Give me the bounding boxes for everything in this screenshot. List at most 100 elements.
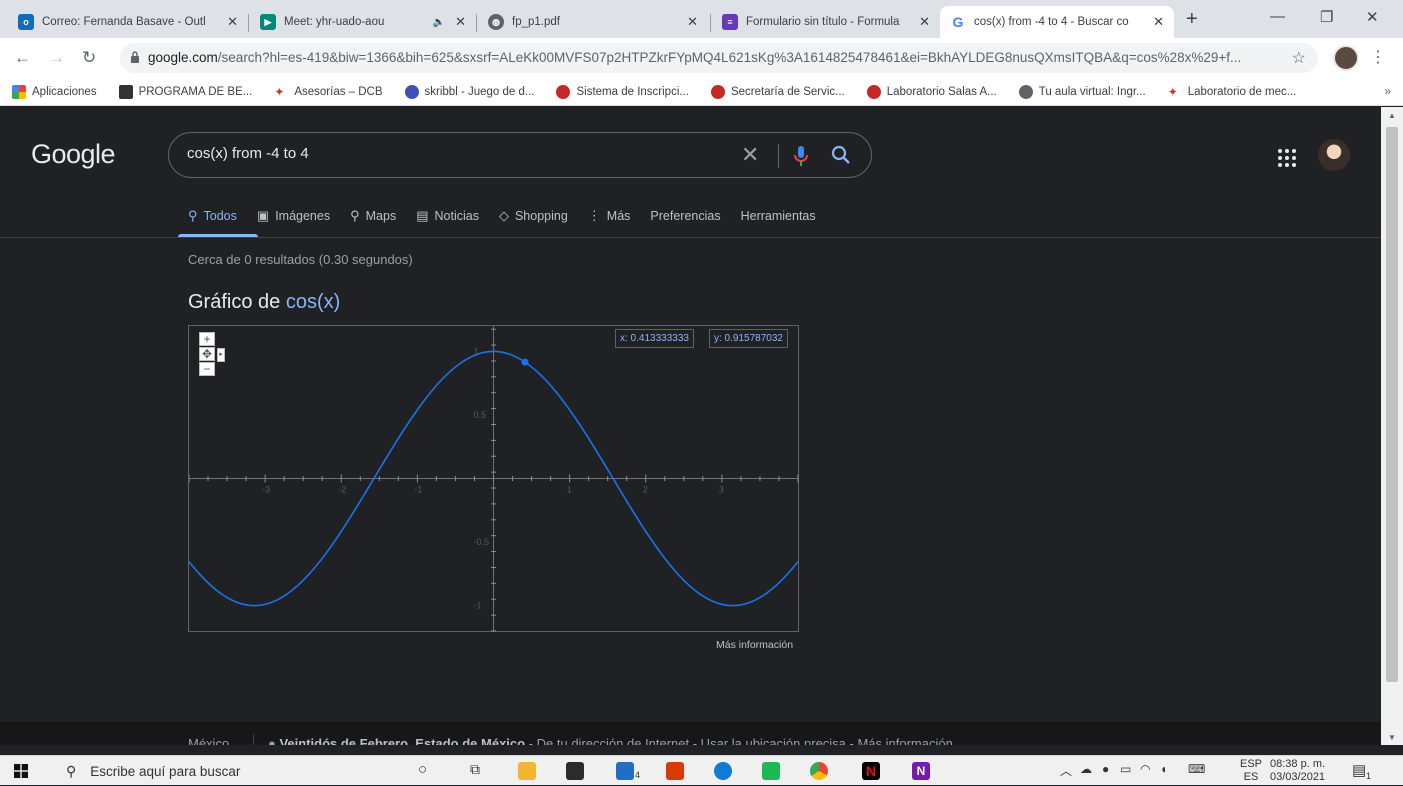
edge-icon[interactable] [714, 762, 732, 780]
tab-pdf[interactable]: ◍ fp_p1.pdf ✕ [478, 6, 708, 38]
coord-y-readout: y: 0.915787032 [709, 329, 788, 348]
bookmark-item[interactable]: ✦ Asesorías – DCB [274, 85, 382, 99]
scroll-thumb[interactable] [1386, 127, 1398, 682]
footer-location[interactable]: ● Veintidós de Febrero, Estado de México… [268, 736, 953, 745]
close-icon[interactable]: ✕ [919, 14, 930, 30]
tab-title: fp_p1.pdf [512, 16, 560, 28]
windows-start-icon[interactable] [14, 764, 28, 778]
tab-outlook[interactable]: o Correo: Fernanda Basave - Outl ✕ [8, 6, 248, 38]
microphone-icon[interactable]: ● [1102, 762, 1109, 776]
globe-icon [1018, 84, 1033, 99]
tab-herramientas[interactable]: Herramientas [741, 205, 816, 227]
scroll-up-icon[interactable]: ▲ [1388, 111, 1396, 120]
tab-google-search[interactable]: G cos(x) from -4 to 4 - Buscar co ✕ [940, 6, 1174, 38]
spotify-icon[interactable] [762, 762, 780, 780]
image-icon: ▣ [256, 208, 270, 223]
tab-separator [476, 14, 477, 32]
close-icon[interactable]: ✕ [455, 14, 466, 30]
hover-point [521, 358, 529, 366]
cortana-icon[interactable]: ○ [418, 761, 427, 778]
notifications-badge: 1 [1366, 771, 1372, 781]
search-input[interactable] [187, 145, 727, 162]
close-icon[interactable]: ✕ [227, 14, 238, 30]
forward-button[interactable]: → [48, 48, 65, 68]
reload-button[interactable]: ↻ [82, 48, 96, 68]
bookmarks-bar: Aplicaciones PROGRAMA DE BE... ✦ Asesoría… [0, 78, 1403, 106]
tab-todos[interactable]: ⚲ Todos [188, 205, 237, 227]
scroll-down-icon[interactable]: ▼ [1388, 733, 1396, 742]
taskbar-search[interactable]: ⚲ Escribe aquí para buscar [50, 756, 390, 786]
wifi-icon[interactable]: ◠ [1140, 762, 1150, 776]
store-icon[interactable] [566, 762, 584, 780]
tab-imagenes[interactable]: ▣ Imágenes [257, 205, 330, 227]
apps-grid-icon[interactable] [1276, 147, 1298, 169]
tab-meet[interactable]: ▶ Meet: yhr-uado-aou 🔈 ✕ [250, 6, 476, 38]
zoom-out-button[interactable]: − [199, 362, 215, 376]
close-icon[interactable]: ✕ [687, 14, 698, 30]
minimize-button[interactable]: — [1270, 8, 1285, 25]
chrome-icon[interactable] [810, 762, 828, 780]
restore-button[interactable]: ❐ [1320, 8, 1333, 26]
google-logo[interactable]: Google [31, 139, 116, 170]
netflix-icon[interactable]: N [862, 762, 880, 780]
map-pin-icon: ⚲ [350, 208, 360, 223]
office-icon[interactable] [666, 762, 684, 780]
x-tick-label: -3 [262, 485, 270, 495]
pan-arrow-icon[interactable]: ▸ [217, 348, 225, 362]
tag-icon: ◇ [498, 208, 509, 223]
apps-grid-icon [12, 84, 26, 99]
battery-icon[interactable]: ▭ [1120, 762, 1131, 776]
cloud-icon[interactable]: ☁ [1080, 762, 1092, 776]
mail-icon[interactable] [616, 762, 634, 780]
function-graph[interactable]: -3 -2 -1 1 2 3 -1 -0.5 0.5 1 x: 0.413333333 y: 0.… [188, 325, 799, 632]
more-info-link[interactable]: Más información [716, 639, 793, 651]
notifications-icon[interactable]: ▤ [1352, 761, 1366, 779]
language-indicator[interactable]: ESP ES [1240, 758, 1262, 784]
bookmark-item[interactable]: Secretaría de Servic... [710, 84, 845, 99]
microphone-icon[interactable] [793, 144, 809, 168]
close-window-button[interactable]: ✕ [1366, 8, 1379, 26]
tab-mas[interactable]: ⋮ Más [588, 205, 631, 227]
page-scrollbar[interactable]: ▲ ▼ [1381, 107, 1403, 745]
taskbar-clock[interactable]: 08:38 p. m. 03/03/2021 [1270, 758, 1325, 784]
bookmark-item[interactable]: Laboratorio Salas A... [866, 84, 997, 99]
profile-avatar[interactable] [1333, 45, 1359, 71]
search-icon[interactable] [831, 145, 851, 165]
bookmark-item[interactable]: skribbl - Juego de d... [404, 84, 534, 99]
close-icon[interactable]: ✕ [1153, 14, 1164, 30]
pan-button[interactable]: ✥ [199, 347, 215, 361]
zoom-in-button[interactable]: + [199, 332, 215, 346]
bookmark-item[interactable]: PROGRAMA DE BE... [118, 84, 252, 99]
bookmarks-overflow-icon[interactable]: » [1384, 84, 1391, 98]
graph-plot[interactable]: -3 -2 -1 1 2 3-1-0.50.51 [189, 326, 800, 633]
menu-kebab-icon[interactable]: ⋮ [1370, 47, 1386, 67]
bookmark-item[interactable]: ✦ Laboratorio de mec... [1168, 85, 1297, 99]
tab-forms[interactable]: ≡ Formulario sin título - Formula ✕ [712, 6, 940, 38]
tab-title: Meet: yhr-uado-aou [284, 16, 385, 28]
keyboard-icon[interactable]: ⌨ [1188, 762, 1205, 776]
bookmark-item[interactable]: Sistema de Inscripci... [556, 84, 689, 99]
task-view-icon[interactable]: ⧉ [470, 761, 480, 778]
globe-icon: ◍ [488, 14, 504, 30]
search-results-page: Google ✕ ⚲Todos ▣Imágenes ⚲Maps ▤Noticia… [0, 107, 1381, 745]
clear-icon[interactable]: ✕ [741, 144, 759, 166]
bookmark-item[interactable]: Tu aula virtual: Ingr... [1018, 84, 1146, 99]
new-tab-button[interactable]: + [1186, 9, 1198, 29]
show-hidden-icons[interactable]: ︿ [1060, 762, 1072, 779]
tab-title: Formulario sin título - Formula [746, 16, 900, 28]
bookmark-item[interactable]: Aplicaciones [12, 84, 97, 99]
volume-icon[interactable]: ◖ [1160, 762, 1167, 776]
file-explorer-icon[interactable] [518, 762, 536, 780]
bookmark-star-icon[interactable]: ☆ [1292, 48, 1306, 68]
tab-shopping[interactable]: ◇ Shopping [499, 205, 568, 227]
back-button[interactable]: ← [14, 48, 31, 68]
onenote-icon[interactable]: N [912, 762, 930, 780]
address-bar[interactable]: google.com/search?hl=es-419&biw=1366&bih… [120, 43, 1318, 73]
footer-divider [253, 734, 254, 745]
tab-preferencias[interactable]: Preferencias [650, 205, 720, 227]
search-divider [778, 144, 779, 168]
tab-maps[interactable]: ⚲ Maps [350, 205, 396, 227]
browser-toolbar: ← → ↻ google.com/search?hl=es-419&biw=13… [0, 38, 1403, 78]
tab-noticias[interactable]: ▤ Noticias [416, 205, 479, 227]
account-avatar[interactable] [1318, 139, 1350, 171]
